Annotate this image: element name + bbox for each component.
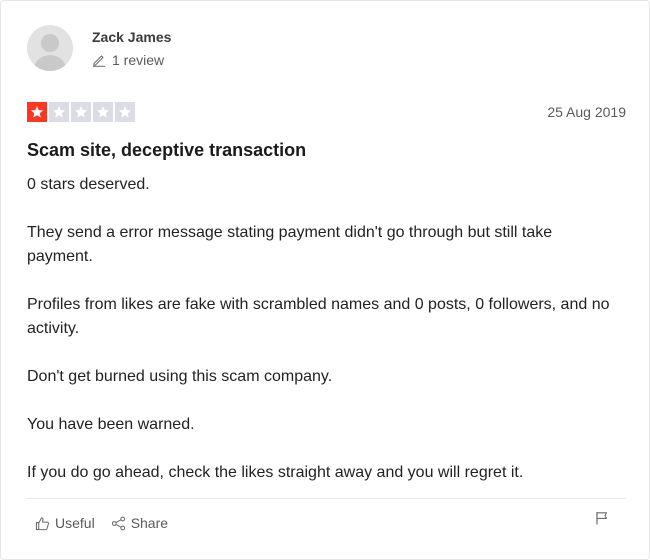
star-filled bbox=[27, 102, 47, 122]
review-title[interactable]: Scam site, deceptive transaction bbox=[27, 140, 306, 161]
reviewer-name[interactable]: Zack James bbox=[92, 28, 171, 46]
star-icon bbox=[74, 106, 88, 118]
review-actions: Useful Share bbox=[35, 515, 184, 531]
review-card: Zack James 1 review 25 Aug 2019 Scam sit… bbox=[0, 0, 650, 560]
reviewer-header: Zack James 1 review bbox=[27, 25, 171, 71]
star-rating bbox=[27, 102, 137, 122]
star-empty bbox=[93, 102, 113, 122]
review-paragraph: If you do go ahead, check the likes stra… bbox=[27, 464, 524, 481]
review-paragraph: Don't get burned using this scam company… bbox=[27, 368, 333, 385]
flag-button[interactable] bbox=[595, 511, 609, 530]
share-button[interactable]: Share bbox=[111, 515, 168, 531]
review-body: 0 stars deserved. They send a error mess… bbox=[27, 173, 617, 509]
share-label: Share bbox=[130, 515, 169, 531]
review-count-row: 1 review bbox=[92, 52, 171, 68]
review-date: 25 Aug 2019 bbox=[547, 104, 626, 120]
avatar[interactable] bbox=[27, 25, 73, 71]
review-paragraph: 0 stars deserved. bbox=[27, 176, 150, 193]
review-paragraph: You have been warned. bbox=[27, 416, 195, 433]
avatar-body bbox=[33, 55, 67, 71]
review-paragraph: They send a error message stating paymen… bbox=[27, 224, 553, 265]
thumbs-up-icon bbox=[35, 516, 49, 530]
reviewer-info: Zack James 1 review bbox=[92, 28, 171, 68]
pencil-icon bbox=[93, 55, 105, 67]
useful-label: Useful bbox=[55, 515, 95, 531]
star-icon bbox=[118, 106, 132, 118]
flag-icon bbox=[596, 512, 608, 525]
star-icon bbox=[30, 106, 44, 118]
review-count: 1 review bbox=[112, 52, 165, 68]
star-icon bbox=[52, 106, 66, 118]
star-empty bbox=[71, 102, 91, 122]
star-empty bbox=[49, 102, 69, 122]
useful-button[interactable]: Useful bbox=[35, 515, 95, 531]
star-icon bbox=[96, 106, 110, 118]
avatar-head bbox=[41, 34, 59, 52]
share-icon bbox=[111, 516, 125, 530]
divider bbox=[27, 498, 626, 499]
star-empty bbox=[115, 102, 135, 122]
rating-row: 25 Aug 2019 bbox=[27, 102, 626, 122]
review-paragraph: Profiles from likes are fake with scramb… bbox=[27, 296, 610, 337]
